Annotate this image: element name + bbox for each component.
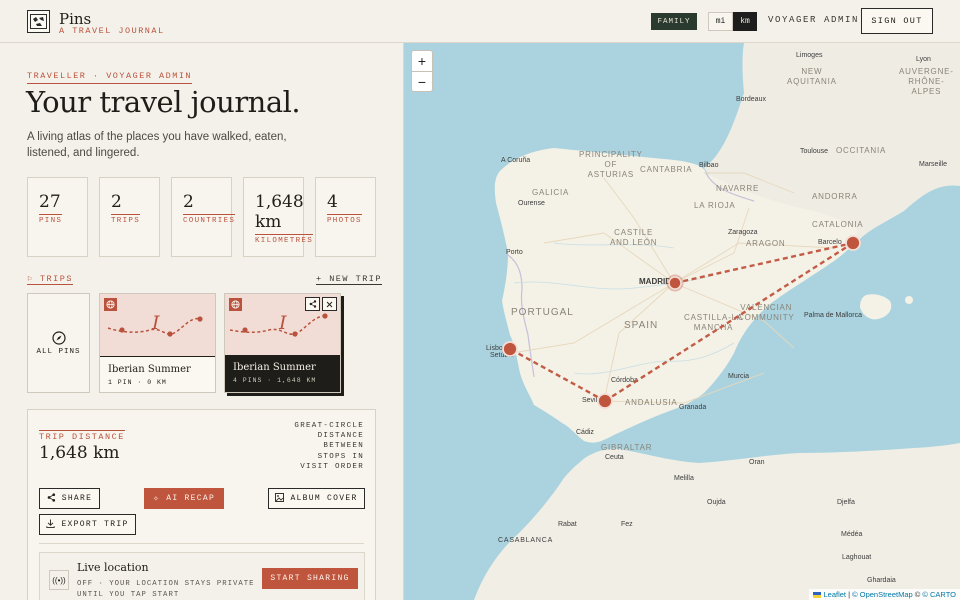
map-icon bbox=[30, 14, 47, 29]
trip-artwork: I bbox=[225, 294, 340, 355]
all-pins-card[interactable]: ALL PINS bbox=[27, 293, 90, 393]
panel-divider bbox=[39, 543, 364, 544]
attribution-osm-link[interactable]: © OpenStreetMap bbox=[852, 590, 913, 599]
trip-card[interactable]: I Iberian Summer 1 PIN · 0 KM bbox=[99, 293, 216, 393]
album-cover-label: ALBUM COVER bbox=[290, 494, 358, 503]
stat-label: PINS bbox=[39, 214, 63, 225]
download-icon bbox=[46, 519, 56, 531]
family-badge: FAMILY bbox=[651, 13, 697, 30]
trip-glyph: I bbox=[279, 312, 287, 334]
map-attribution: Leaflet | © OpenStreetMap © © CARTO bbox=[809, 589, 960, 600]
trip-pin-barcelona bbox=[845, 235, 861, 251]
stat-value: 1,648 km bbox=[255, 192, 304, 232]
trip-route-line bbox=[509, 241, 854, 403]
trip-name: Iberian Summer bbox=[233, 362, 316, 373]
new-trip-link[interactable]: + NEW TRIP bbox=[316, 274, 383, 285]
attribution-carto-link[interactable]: © CARTO bbox=[922, 590, 956, 599]
sparkle-icon: ✧ bbox=[152, 493, 161, 505]
ai-recap-button[interactable]: ✧ AI RECAP bbox=[144, 488, 224, 509]
flag-icon bbox=[813, 592, 822, 599]
stat-photos: 4 PHOTOS bbox=[315, 177, 376, 257]
stat-value: 4 bbox=[327, 192, 338, 212]
share-button[interactable]: SHARE bbox=[39, 488, 100, 509]
stat-pins: 27 PINS bbox=[27, 177, 88, 257]
stat-label: TRIPS bbox=[111, 214, 141, 225]
broadcast-icon: ((•)) bbox=[49, 570, 69, 590]
share-label: SHARE bbox=[61, 494, 93, 503]
ai-recap-label: AI RECAP bbox=[166, 494, 216, 503]
trip-divider bbox=[100, 356, 215, 357]
export-trip-button[interactable]: EXPORT TRIP bbox=[39, 514, 136, 535]
trip-pin-lisbon bbox=[502, 341, 518, 357]
stat-countries: 2 COUNTRIES bbox=[171, 177, 236, 257]
trip-distance-value: 1,648 km bbox=[39, 443, 120, 463]
trip-distance-note: GREAT-CIRCLE DISTANCE BETWEEN STOPS IN V… bbox=[294, 422, 364, 471]
brand-subtitle: A TRAVEL JOURNAL bbox=[59, 26, 165, 36]
sign-out-button[interactable]: SIGN OUT bbox=[861, 8, 933, 34]
trip-detail-panel: TRIP DISTANCE 1,648 km GREAT-CIRCLE DIST… bbox=[27, 409, 376, 600]
trip-meta: 1 PIN · 0 KM bbox=[108, 379, 167, 386]
unit-toggle-mi[interactable]: mi bbox=[708, 12, 733, 31]
stat-value: 2 bbox=[111, 192, 122, 212]
user-name: VOYAGER ADMIN bbox=[768, 15, 860, 25]
zoom-out-button[interactable]: − bbox=[411, 71, 433, 92]
stat-label: COUNTRIES bbox=[183, 214, 236, 225]
trip-pin-seville bbox=[597, 393, 613, 409]
journal-sidebar: TRAVELLER · VOYAGER ADMIN Your travel jo… bbox=[0, 43, 404, 600]
trip-name: Iberian Summer bbox=[108, 364, 191, 375]
trip-distance-label: TRIP DISTANCE bbox=[39, 430, 125, 442]
map-view[interactable]: Limoges Lyon NEW AQUITANIA AUVERGNE- RHÔ… bbox=[404, 43, 960, 600]
start-sharing-button[interactable]: START SHARING bbox=[262, 568, 358, 589]
trips-label-text: TRIPS bbox=[39, 274, 73, 284]
attribution-leaflet-link[interactable]: Leaflet bbox=[823, 590, 846, 599]
share-icon bbox=[47, 492, 56, 505]
trip-card-selected[interactable]: I Iberian Summer 4 PINS · 1,648 KM bbox=[224, 293, 341, 393]
trip-glyph: I bbox=[152, 312, 160, 334]
page-lede: A living atlas of the places you have wa… bbox=[27, 131, 287, 159]
image-icon bbox=[275, 492, 285, 505]
trip-route-overlay bbox=[502, 235, 861, 409]
trip-artwork: I bbox=[100, 294, 215, 357]
live-location-title: Live location bbox=[77, 561, 149, 574]
app-header: Pins A TRAVEL JOURNAL FAMILY mi km VOYAG… bbox=[0, 0, 960, 43]
live-location-card: ((•)) Live location OFF · YOUR LOCATION … bbox=[39, 552, 365, 600]
live-location-desc: OFF · YOUR LOCATION STAYS PRIVATE UNTIL … bbox=[77, 580, 255, 599]
traveller-kicker: TRAVELLER · VOYAGER ADMIN bbox=[27, 71, 193, 84]
stat-label: PHOTOS bbox=[327, 214, 362, 225]
trip-meta: 4 PINS · 1,648 KM bbox=[233, 377, 317, 384]
stat-value: 2 bbox=[183, 192, 194, 212]
trip-pin-madrid bbox=[666, 274, 684, 292]
app-logo[interactable] bbox=[27, 10, 50, 33]
route-icon: ⚐ bbox=[27, 275, 34, 284]
stat-value: 27 bbox=[39, 192, 61, 212]
stat-label: KILOMETRES bbox=[255, 234, 314, 245]
stat-trips: 2 TRIPS bbox=[99, 177, 160, 257]
attribution-separator: © bbox=[912, 590, 923, 599]
export-trip-label: EXPORT TRIP bbox=[61, 520, 129, 529]
zoom-in-button[interactable]: + bbox=[411, 50, 433, 71]
stat-kilometres: 1,648 km KILOMETRES bbox=[243, 177, 314, 257]
trips-section-label: ⚐ TRIPS bbox=[27, 274, 73, 285]
unit-toggle-km[interactable]: km bbox=[733, 12, 757, 31]
page-title: Your travel journal. bbox=[26, 85, 301, 119]
all-pins-label: ALL PINS bbox=[36, 348, 81, 356]
album-cover-button[interactable]: ALBUM COVER bbox=[268, 488, 365, 509]
